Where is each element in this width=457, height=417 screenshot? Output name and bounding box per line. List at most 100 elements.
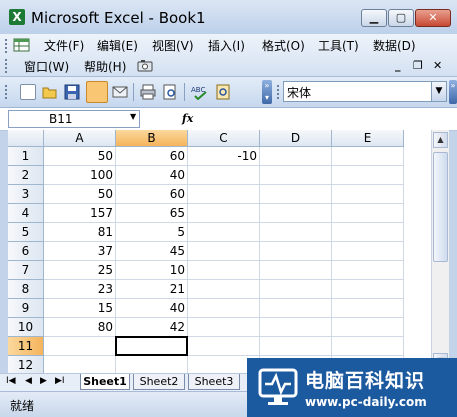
cell-a9[interactable]: 15 bbox=[44, 299, 116, 318]
sheet-tab-sheet1[interactable]: Sheet1 bbox=[80, 374, 130, 390]
doc-close-button[interactable]: ✕ bbox=[433, 59, 442, 72]
toolbar-options-icon[interactable]: » ▾ bbox=[262, 80, 272, 104]
cell-c10[interactable] bbox=[188, 318, 260, 337]
row-header[interactable]: 2 bbox=[8, 166, 44, 185]
chevron-down-icon[interactable]: ▼ bbox=[130, 112, 136, 121]
cell-d1[interactable] bbox=[260, 147, 332, 166]
cell-b4[interactable]: 65 bbox=[116, 204, 188, 223]
cell-c8[interactable] bbox=[188, 280, 260, 299]
menu-tools[interactable]: 工具(T) bbox=[318, 37, 359, 54]
cell-a6[interactable]: 37 bbox=[44, 242, 116, 261]
cell-d11[interactable] bbox=[260, 337, 332, 356]
cell-b5[interactable]: 5 bbox=[116, 223, 188, 242]
permission-icon[interactable] bbox=[86, 81, 108, 103]
column-header-d[interactable]: D bbox=[260, 130, 332, 147]
doc-minimize-button[interactable]: _ bbox=[395, 59, 401, 72]
cell-b8[interactable]: 21 bbox=[116, 280, 188, 299]
cell-d8[interactable] bbox=[260, 280, 332, 299]
new-icon[interactable] bbox=[20, 84, 36, 100]
scroll-up-icon[interactable]: ▲ bbox=[433, 132, 448, 148]
insert-function-icon[interactable]: fx bbox=[182, 112, 193, 125]
cell-c3[interactable] bbox=[188, 185, 260, 204]
row-header[interactable]: 7 bbox=[8, 261, 44, 280]
chevron-down-icon[interactable]: ▼ bbox=[431, 82, 446, 101]
cell-a7[interactable]: 25 bbox=[44, 261, 116, 280]
excel-app-icon[interactable]: X bbox=[9, 9, 25, 25]
cell-a11[interactable] bbox=[44, 337, 116, 356]
cell-a10[interactable]: 80 bbox=[44, 318, 116, 337]
cell-e10[interactable] bbox=[332, 318, 404, 337]
cell-c2[interactable] bbox=[188, 166, 260, 185]
menu-file[interactable]: 文件(F) bbox=[44, 37, 84, 54]
cell-b9[interactable]: 40 bbox=[116, 299, 188, 318]
cell-b12[interactable] bbox=[116, 356, 188, 373]
cell-a1[interactable]: 50 bbox=[44, 147, 116, 166]
row-header[interactable]: 6 bbox=[8, 242, 44, 261]
row-header[interactable]: 9 bbox=[8, 299, 44, 318]
cell-c5[interactable] bbox=[188, 223, 260, 242]
cell-d5[interactable] bbox=[260, 223, 332, 242]
sheet-tab-sheet3[interactable]: Sheet3 bbox=[188, 374, 240, 390]
cell-b3[interactable]: 60 bbox=[116, 185, 188, 204]
maximize-button[interactable]: ▢ bbox=[388, 9, 414, 27]
cell-e1[interactable] bbox=[332, 147, 404, 166]
toolbar-grip-icon[interactable] bbox=[5, 85, 10, 99]
menu-grip-icon[interactable] bbox=[5, 59, 10, 73]
row-header[interactable]: 11 bbox=[8, 337, 44, 356]
email-icon[interactable] bbox=[112, 84, 128, 100]
scroll-thumb[interactable] bbox=[433, 152, 448, 262]
research-icon[interactable] bbox=[215, 84, 231, 100]
save-icon[interactable] bbox=[64, 84, 80, 100]
cell-b6[interactable]: 45 bbox=[116, 242, 188, 261]
cell-b2[interactable]: 40 bbox=[116, 166, 188, 185]
row-header[interactable]: 10 bbox=[8, 318, 44, 337]
toolbar-grip-icon[interactable] bbox=[277, 85, 282, 99]
cell-a3[interactable]: 50 bbox=[44, 185, 116, 204]
formula-input[interactable] bbox=[198, 110, 450, 128]
menu-window[interactable]: 窗口(W) bbox=[24, 58, 69, 75]
cell-d10[interactable] bbox=[260, 318, 332, 337]
cell-b1[interactable]: 60 bbox=[116, 147, 188, 166]
cell-d4[interactable] bbox=[260, 204, 332, 223]
cell-c1[interactable]: -10 bbox=[188, 147, 260, 166]
cell-c4[interactable] bbox=[188, 204, 260, 223]
row-header[interactable]: 12 bbox=[8, 356, 44, 373]
cell-e4[interactable] bbox=[332, 204, 404, 223]
column-header-c[interactable]: C bbox=[188, 130, 260, 147]
select-all-corner[interactable] bbox=[8, 130, 44, 147]
menu-format[interactable]: 格式(O) bbox=[262, 37, 305, 54]
cell-e5[interactable] bbox=[332, 223, 404, 242]
menu-edit[interactable]: 编辑(E) bbox=[97, 37, 138, 54]
cell-e8[interactable] bbox=[332, 280, 404, 299]
cell-d3[interactable] bbox=[260, 185, 332, 204]
cell-e11[interactable] bbox=[332, 337, 404, 356]
active-cell[interactable] bbox=[115, 336, 188, 356]
spelling-icon[interactable]: ABC bbox=[191, 84, 207, 100]
menu-data[interactable]: 数据(D) bbox=[373, 37, 416, 54]
close-button[interactable]: ✕ bbox=[415, 9, 451, 27]
row-header[interactable]: 5 bbox=[8, 223, 44, 242]
cell-e9[interactable] bbox=[332, 299, 404, 318]
cell-a12[interactable] bbox=[44, 356, 116, 373]
workbook-icon[interactable] bbox=[13, 37, 31, 53]
menu-grip-icon[interactable] bbox=[5, 39, 10, 53]
cell-e7[interactable] bbox=[332, 261, 404, 280]
menu-view[interactable]: 视图(V) bbox=[152, 37, 194, 54]
cell-e6[interactable] bbox=[332, 242, 404, 261]
cell-a4[interactable]: 157 bbox=[44, 204, 116, 223]
cell-a5[interactable]: 81 bbox=[44, 223, 116, 242]
cell-a2[interactable]: 100 bbox=[44, 166, 116, 185]
cell-c11[interactable] bbox=[188, 337, 260, 356]
last-sheet-icon[interactable]: ▶I bbox=[55, 376, 65, 386]
print-preview-icon[interactable] bbox=[162, 84, 178, 100]
vertical-scrollbar[interactable]: ▲ ▼ bbox=[431, 130, 449, 373]
cell-c7[interactable] bbox=[188, 261, 260, 280]
cell-b10[interactable]: 42 bbox=[116, 318, 188, 337]
cell-d9[interactable] bbox=[260, 299, 332, 318]
column-header-b[interactable]: B bbox=[116, 130, 188, 147]
row-header[interactable]: 4 bbox=[8, 204, 44, 223]
minimize-button[interactable]: ▁ bbox=[361, 9, 387, 27]
toolbar-options-icon[interactable]: » bbox=[449, 80, 457, 104]
column-header-a[interactable]: A bbox=[44, 130, 116, 147]
cell-e3[interactable] bbox=[332, 185, 404, 204]
